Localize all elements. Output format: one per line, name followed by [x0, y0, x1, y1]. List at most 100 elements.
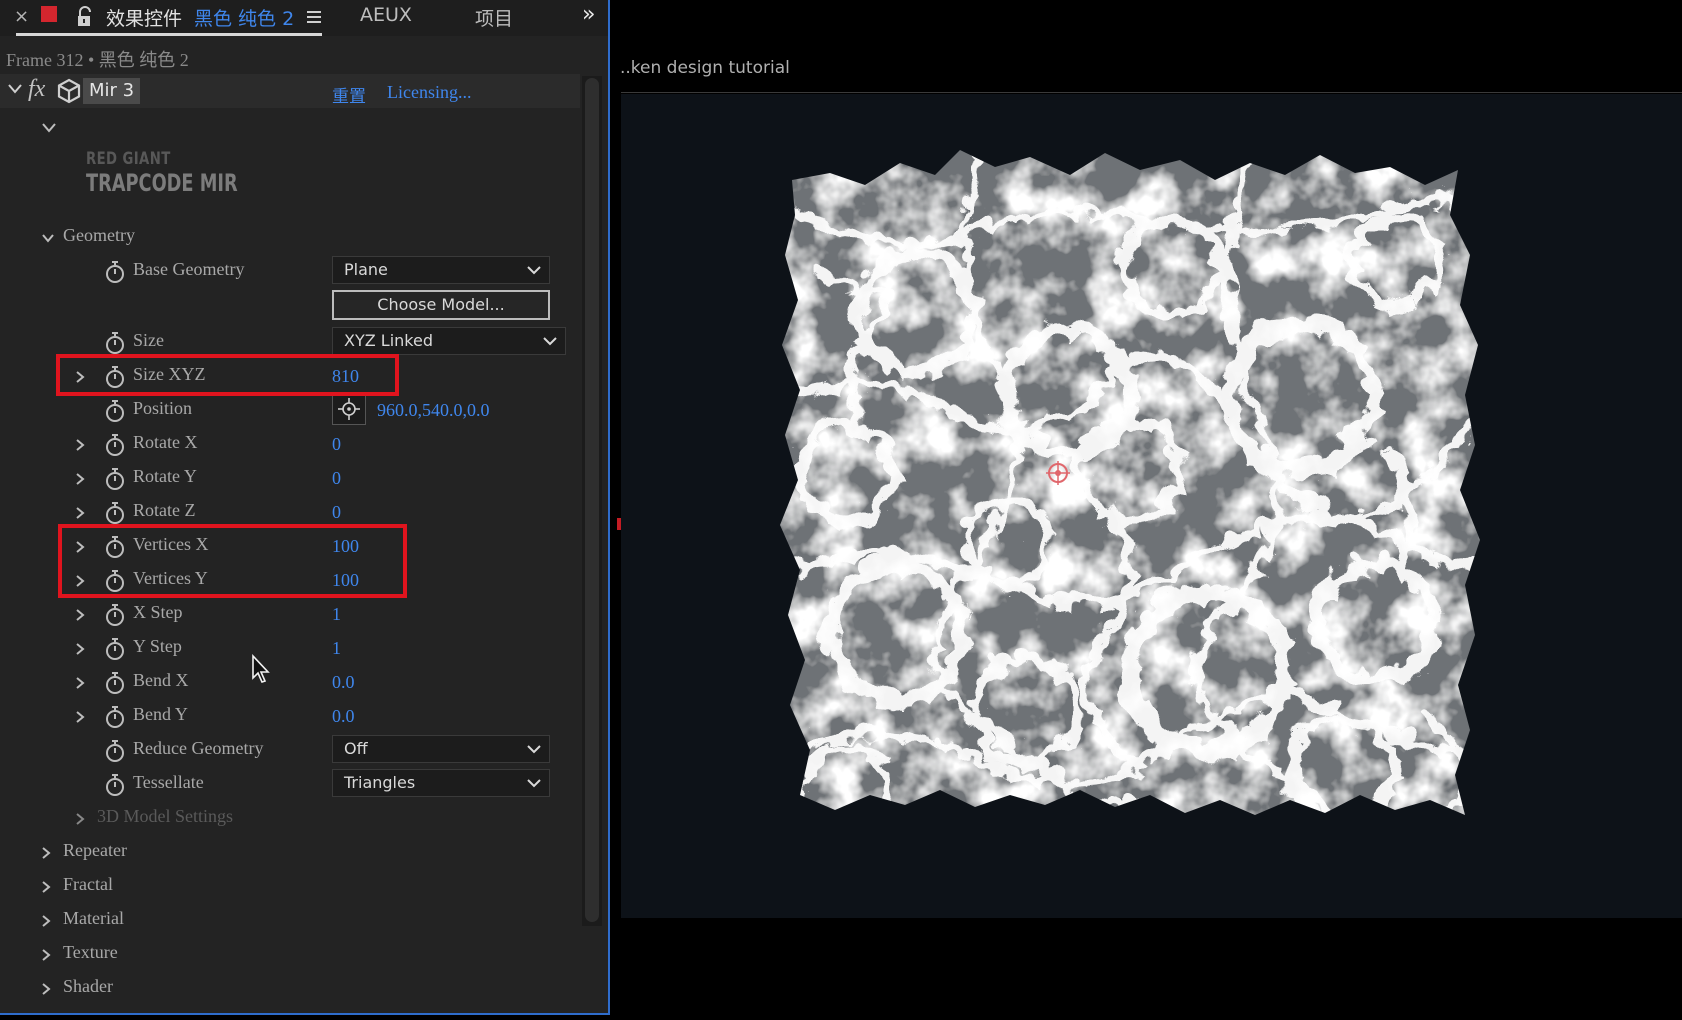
chevron-right-icon[interactable] [74, 609, 86, 621]
chevron-down-icon [527, 266, 541, 275]
chevron-right-icon[interactable] [40, 881, 52, 893]
fx-toggle-icon[interactable]: fx [28, 76, 45, 103]
material-label: Material [63, 908, 124, 928]
highlight-box-vertices [58, 524, 407, 598]
material-section-header[interactable]: Material [0, 903, 580, 937]
size-dropdown[interactable]: XYZ Linked [332, 327, 566, 355]
crosshair-icon [338, 398, 360, 420]
geometry-section-header[interactable]: Geometry [0, 220, 580, 254]
lock-icon[interactable] [74, 6, 96, 28]
chevron-right-icon[interactable] [74, 643, 86, 655]
bend-y-row: Bend Y 0.0 [0, 699, 580, 733]
tessellate-dropdown[interactable]: Triangles [332, 769, 550, 797]
chevron-down-icon [527, 779, 541, 788]
tab-project[interactable]: 项目 [475, 4, 513, 31]
x-step-row: X Step 1 [0, 597, 580, 631]
base-geometry-label: Base Geometry [133, 259, 245, 279]
chevron-down-icon[interactable] [42, 232, 54, 244]
y-step-value[interactable]: 1 [332, 638, 341, 659]
label-color-swatch[interactable] [41, 6, 57, 22]
red-giant-logo: RED GIANT [86, 149, 171, 169]
repeater-label: Repeater [63, 840, 127, 860]
chevron-right-icon[interactable] [74, 677, 86, 689]
bend-x-value[interactable]: 0.0 [332, 672, 355, 693]
stopwatch-icon[interactable] [104, 467, 126, 490]
reduce-geometry-label: Reduce Geometry [133, 738, 264, 758]
repeater-section-header[interactable]: Repeater [0, 835, 580, 869]
tab-effect-controls[interactable]: 效果控件 [106, 4, 182, 31]
choose-model-row: Choose Model... [0, 290, 580, 324]
effect-header: fx Mir 3 重置 Licensing... [0, 74, 580, 108]
rotate-y-value[interactable]: 0 [332, 468, 341, 489]
frame-info: Frame 312 • 黑色 纯色 2 [6, 50, 189, 70]
tessellate-value: Triangles [344, 773, 416, 792]
logo-collapse-chevron-icon[interactable] [42, 122, 56, 134]
base-geometry-row: Base Geometry Plane [0, 254, 580, 288]
chevron-down-icon [543, 337, 557, 346]
chevron-right-icon[interactable] [40, 983, 52, 995]
base-geometry-value: Plane [344, 260, 388, 279]
bend-y-label: Bend Y [133, 704, 188, 724]
trapcode-mir-logo: TRAPCODE MIR [86, 169, 238, 197]
model-settings-label: 3D Model Settings [97, 806, 234, 826]
x-step-value[interactable]: 1 [332, 604, 341, 625]
stopwatch-icon[interactable] [104, 331, 126, 354]
x-step-label: X Step [133, 602, 183, 622]
stopwatch-icon[interactable] [104, 705, 126, 728]
panel-menu-icon[interactable] [306, 9, 322, 25]
chevron-right-icon[interactable] [74, 473, 86, 485]
bend-x-row: Bend X 0.0 [0, 665, 580, 699]
rotate-y-row: Rotate Y 0 [0, 461, 580, 495]
viewer-title: ..ken design tutorial [620, 58, 790, 78]
chevron-right-icon[interactable] [40, 915, 52, 927]
vertical-scrollbar[interactable] [582, 76, 602, 926]
scrollbar-thumb[interactable] [585, 78, 599, 922]
rotate-z-label: Rotate Z [133, 500, 196, 520]
stopwatch-icon[interactable] [104, 671, 126, 694]
stopwatch-icon[interactable] [104, 260, 126, 283]
stopwatch-icon[interactable] [104, 399, 126, 422]
shader-section-header[interactable]: Shader [0, 971, 580, 1005]
bend-y-value[interactable]: 0.0 [332, 706, 355, 727]
bend-x-label: Bend X [133, 670, 189, 690]
stopwatch-icon[interactable] [104, 739, 126, 762]
chevron-right-icon[interactable] [74, 813, 86, 825]
stopwatch-icon[interactable] [104, 773, 126, 796]
reduce-geometry-dropdown[interactable]: Off [332, 735, 550, 763]
tab-layer-name[interactable]: 黑色 纯色 2 [194, 4, 294, 31]
size-value: XYZ Linked [344, 331, 433, 350]
rotate-y-label: Rotate Y [133, 466, 197, 486]
stopwatch-icon[interactable] [104, 603, 126, 626]
panel-tab-bar: × 效果控件 黑色 纯色 2 AEUX 项目 » [0, 0, 608, 36]
close-panel-icon[interactable]: × [14, 6, 29, 27]
stopwatch-icon[interactable] [104, 433, 126, 456]
rotate-x-value[interactable]: 0 [332, 434, 341, 455]
model-settings-row[interactable]: 3D Model Settings [0, 801, 580, 835]
stopwatch-icon[interactable] [104, 637, 126, 660]
stopwatch-icon[interactable] [104, 501, 126, 524]
point-control-button[interactable] [332, 393, 366, 425]
texture-section-header[interactable]: Texture [0, 937, 580, 971]
rotate-z-value[interactable]: 0 [332, 502, 341, 523]
effect-name[interactable]: Mir 3 [83, 78, 141, 104]
base-geometry-dropdown[interactable]: Plane [332, 256, 550, 284]
tab-aeux[interactable]: AEUX [360, 4, 412, 26]
rotate-x-label: Rotate X [133, 432, 198, 452]
fractal-section-header[interactable]: Fractal [0, 869, 580, 903]
texture-label: Texture [63, 942, 118, 962]
reduce-geometry-value: Off [344, 739, 368, 758]
licensing-link[interactable]: Licensing... [387, 82, 471, 103]
choose-model-button[interactable]: Choose Model... [332, 290, 550, 320]
position-value[interactable]: 960.0,540.0,0.0 [377, 400, 490, 421]
chevron-right-icon[interactable] [74, 711, 86, 723]
more-tabs-icon[interactable]: » [582, 2, 595, 27]
chevron-right-icon[interactable] [74, 439, 86, 451]
collapse-chevron-icon[interactable] [8, 83, 22, 95]
chevron-right-icon[interactable] [40, 949, 52, 961]
shader-label: Shader [63, 976, 113, 996]
3d-cube-icon [57, 78, 81, 104]
chevron-right-icon[interactable] [40, 847, 52, 859]
reset-link[interactable]: 重置 [332, 82, 366, 107]
chevron-down-icon [527, 745, 541, 754]
chevron-right-icon[interactable] [74, 507, 86, 519]
